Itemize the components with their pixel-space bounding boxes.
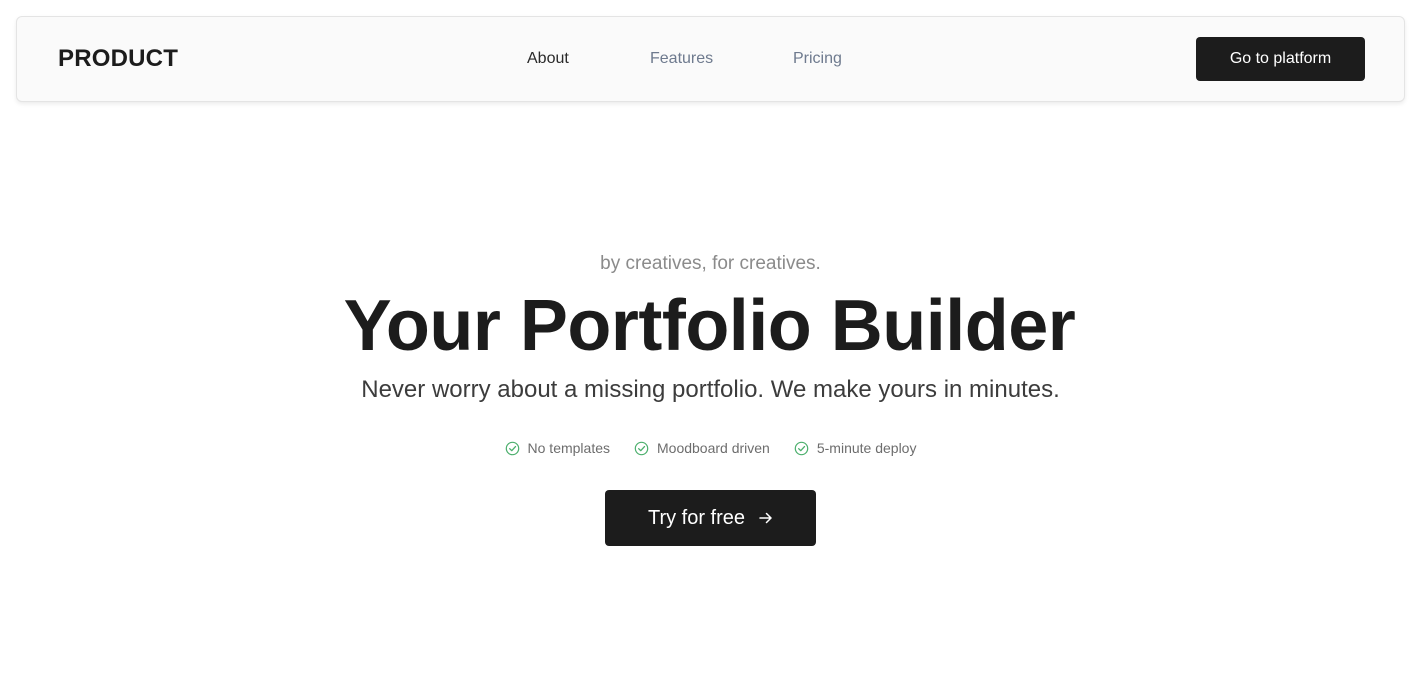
feature-label: 5-minute deploy	[816, 440, 917, 456]
hero-subheadline: Never worry about a missing portfolio. W…	[361, 376, 1060, 403]
feature-item: No templates	[505, 438, 610, 458]
check-circle-icon	[634, 441, 649, 456]
feature-label: No templates	[527, 440, 610, 456]
hero-section: by creatives, for creatives. Your Portfo…	[0, 0, 1419, 700]
hero-headline: Your Portfolio Builder	[343, 286, 1076, 366]
cta-label: Try for free	[647, 506, 746, 529]
check-circle-icon	[794, 441, 809, 456]
arrow-right-icon	[759, 512, 773, 524]
feature-label: Moodboard driven	[657, 440, 770, 456]
feature-item: 5-minute deploy	[794, 438, 917, 458]
try-for-free-button[interactable]: Try for free	[605, 490, 816, 546]
feature-list: No templates Moodboard driven 5-minute d…	[0, 438, 1419, 458]
hero-tagline: by creatives, for creatives.	[600, 253, 821, 274]
feature-item: Moodboard driven	[634, 438, 770, 458]
check-circle-icon	[505, 441, 520, 456]
